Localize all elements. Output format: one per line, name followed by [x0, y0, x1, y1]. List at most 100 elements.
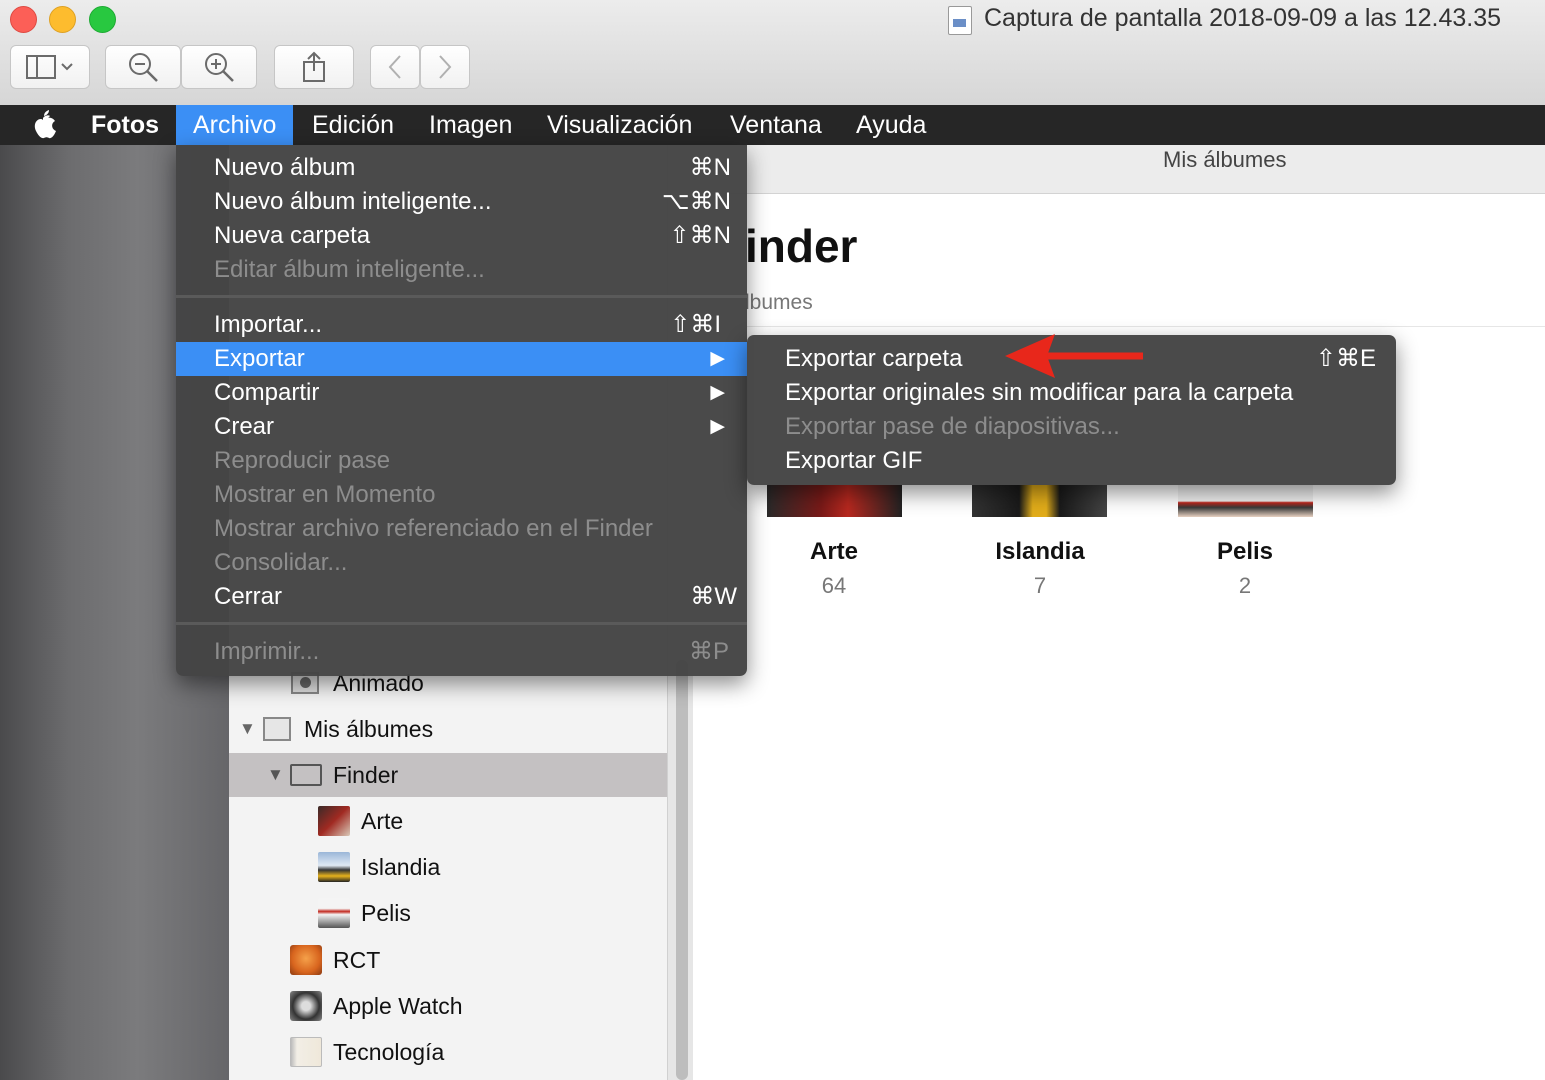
- menu-bar: Fotos Archivo Edición Imagen Visualizaci…: [0, 105, 1545, 145]
- album-thumbnail-rct: [290, 945, 322, 975]
- album-thumbnail-pelis[interactable]: [1178, 485, 1313, 517]
- annotation-arrow-icon: [1005, 334, 1143, 378]
- menu-item-imprimir: Imprimir... ⌘P: [176, 635, 747, 669]
- menu-item-label: Exportar pase de diapositivas...: [785, 413, 1120, 440]
- sidebar-item-mis-albumes[interactable]: ▼ Mis álbumes: [229, 707, 667, 751]
- sidebar-icon: [26, 55, 73, 79]
- album-name-pelis[interactable]: Pelis: [1165, 538, 1325, 566]
- menu-item-label: Imprimir...: [214, 638, 320, 665]
- submenu-item-exportar-pase-diapositivas: Exportar pase de diapositivas...: [747, 410, 1396, 444]
- menu-item-label: Cerrar: [214, 583, 283, 610]
- zoom-window-button[interactable]: [89, 6, 116, 33]
- page-title: inder: [745, 220, 858, 272]
- menu-item-reproducir-pase: Reproducir pase: [176, 444, 747, 478]
- chevron-right-icon: [439, 55, 452, 79]
- album-thumbnail-arte[interactable]: [767, 485, 902, 517]
- menu-ventana[interactable]: Ventana: [713, 105, 839, 145]
- main-header: Mis álbumes: [693, 145, 1545, 194]
- album-thumbnail-islandia[interactable]: [972, 485, 1107, 517]
- menu-item-label: Editar álbum inteligente...: [214, 256, 485, 283]
- menu-visualizacion[interactable]: Visualización: [530, 105, 709, 145]
- menu-fotos[interactable]: Fotos: [74, 105, 176, 145]
- sidebar-scroll-thumb[interactable]: [676, 660, 688, 1080]
- menu-item-shortcut: ⌥⌘N: [662, 188, 731, 215]
- main-content: Mis álbumes inder lbumes Arte 64 Islandi…: [693, 145, 1545, 1080]
- zoom-out-button[interactable]: [105, 45, 181, 89]
- menu-item-nueva-carpeta[interactable]: Nueva carpeta ⇧⌘N: [176, 219, 747, 253]
- menu-item-shortcut: ⌘N: [689, 154, 731, 181]
- page-subtitle: lbumes: [745, 291, 813, 314]
- album-name-arte[interactable]: Arte: [754, 538, 914, 566]
- menu-separator: [176, 622, 747, 625]
- sidebar-item-rct[interactable]: RCT: [229, 938, 667, 982]
- album-thumbnail-islandia: [318, 852, 350, 882]
- folder-icon: [290, 764, 322, 786]
- menu-item-compartir[interactable]: Compartir ▶: [176, 376, 747, 410]
- submenu-arrow-icon: ▶: [710, 348, 725, 369]
- menu-item-mostrar-en-momento: Mostrar en Momento: [176, 478, 747, 512]
- archivo-menu: Nuevo álbum ⌘N Nuevo álbum inteligente..…: [176, 145, 747, 676]
- sidebar-item-apple-watch[interactable]: Apple Watch: [229, 984, 667, 1028]
- menu-archivo[interactable]: Archivo: [176, 105, 294, 145]
- menu-item-consolidar: Consolidar...: [176, 546, 747, 580]
- sidebar-item-islandia[interactable]: Islandia: [229, 845, 667, 889]
- menu-item-mostrar-archivo-referenciado: Mostrar archivo referenciado en el Finde…: [176, 512, 747, 546]
- album-thumbnail-applewatch: [290, 991, 322, 1021]
- apple-icon: [34, 110, 56, 139]
- menu-item-editar-album-inteligente: Editar álbum inteligente...: [176, 253, 747, 287]
- albums-folder-icon: [263, 717, 291, 741]
- disclosure-triangle-icon[interactable]: ▼: [239, 719, 256, 739]
- menu-imagen[interactable]: Imagen: [412, 105, 529, 145]
- apple-menu[interactable]: [14, 105, 72, 145]
- menu-item-importar[interactable]: Importar... ⇧⌘I: [176, 308, 747, 342]
- menu-item-shortcut: ⇧⌘N: [669, 222, 731, 249]
- close-window-button[interactable]: [10, 6, 37, 33]
- window-title: Captura de pantalla 2018-09-09 a las 12.…: [984, 4, 1502, 32]
- minimize-window-button[interactable]: [49, 6, 76, 33]
- menu-item-label: Importar...: [214, 311, 323, 338]
- menu-item-label: Mostrar en Momento: [214, 481, 436, 508]
- share-button[interactable]: [274, 45, 354, 89]
- menu-item-label: Exportar carpeta: [785, 345, 963, 372]
- sidebar-toggle-button[interactable]: [10, 45, 90, 89]
- album-count-arte: 64: [821, 573, 847, 598]
- zoom-in-icon: [205, 53, 234, 82]
- disclosure-triangle-icon[interactable]: ▼: [267, 765, 284, 785]
- share-icon: [303, 51, 325, 82]
- sidebar-item-arte[interactable]: Arte: [229, 799, 667, 843]
- menu-item-label: Reproducir pase: [214, 447, 391, 474]
- main-header-title: Mis álbumes: [1163, 147, 1287, 172]
- menu-item-nuevo-album[interactable]: Nuevo álbum ⌘N: [176, 151, 747, 185]
- menu-item-label: Mostrar archivo referenciado en el Finde…: [214, 515, 653, 542]
- sidebar-item-label: Apple Watch: [333, 992, 463, 1019]
- menu-item-shortcut: ⇧⌘I: [670, 311, 721, 338]
- album-thumbnail-arte: [318, 806, 350, 836]
- album-name-islandia[interactable]: Islandia: [960, 538, 1120, 566]
- menu-item-shortcut: ⇧⌘E: [1315, 345, 1376, 372]
- submenu-arrow-icon: ▶: [710, 416, 725, 437]
- menu-item-shortcut: ⌘W: [690, 583, 737, 610]
- sidebar-item-finder[interactable]: ▼ Finder: [229, 753, 667, 797]
- menu-item-cerrar[interactable]: Cerrar ⌘W: [176, 580, 747, 614]
- album-count-islandia: 7: [1033, 573, 1047, 598]
- menu-item-label: Consolidar...: [214, 549, 348, 576]
- menu-item-exportar[interactable]: Exportar ▶: [176, 342, 747, 376]
- back-button[interactable]: [370, 45, 420, 89]
- sidebar-item-label: RCT: [333, 946, 381, 973]
- menu-item-crear[interactable]: Crear ▶: [176, 410, 747, 444]
- menu-separator: [176, 295, 747, 298]
- sidebar-item-pelis[interactable]: Pelis: [229, 891, 667, 935]
- submenu-item-exportar-gif[interactable]: Exportar GIF: [747, 444, 1396, 478]
- album-count-pelis: 2: [1238, 573, 1252, 598]
- zoom-in-button[interactable]: [181, 45, 257, 89]
- sidebar-item-label: Finder: [333, 761, 399, 788]
- album-thumbnail-tecnologia: [290, 1037, 322, 1067]
- menu-item-label: Exportar GIF: [785, 447, 923, 474]
- menu-item-nuevo-album-inteligente[interactable]: Nuevo álbum inteligente... ⌥⌘N: [176, 185, 747, 219]
- sidebar-item-tecnologia[interactable]: Tecnología: [229, 1030, 667, 1074]
- menu-ayuda[interactable]: Ayuda: [839, 105, 943, 145]
- menu-edicion[interactable]: Edición: [295, 105, 411, 145]
- forward-button[interactable]: [420, 45, 470, 89]
- menu-item-label: Nuevo álbum: [214, 154, 356, 181]
- sidebar-item-label: Islandia: [361, 853, 441, 880]
